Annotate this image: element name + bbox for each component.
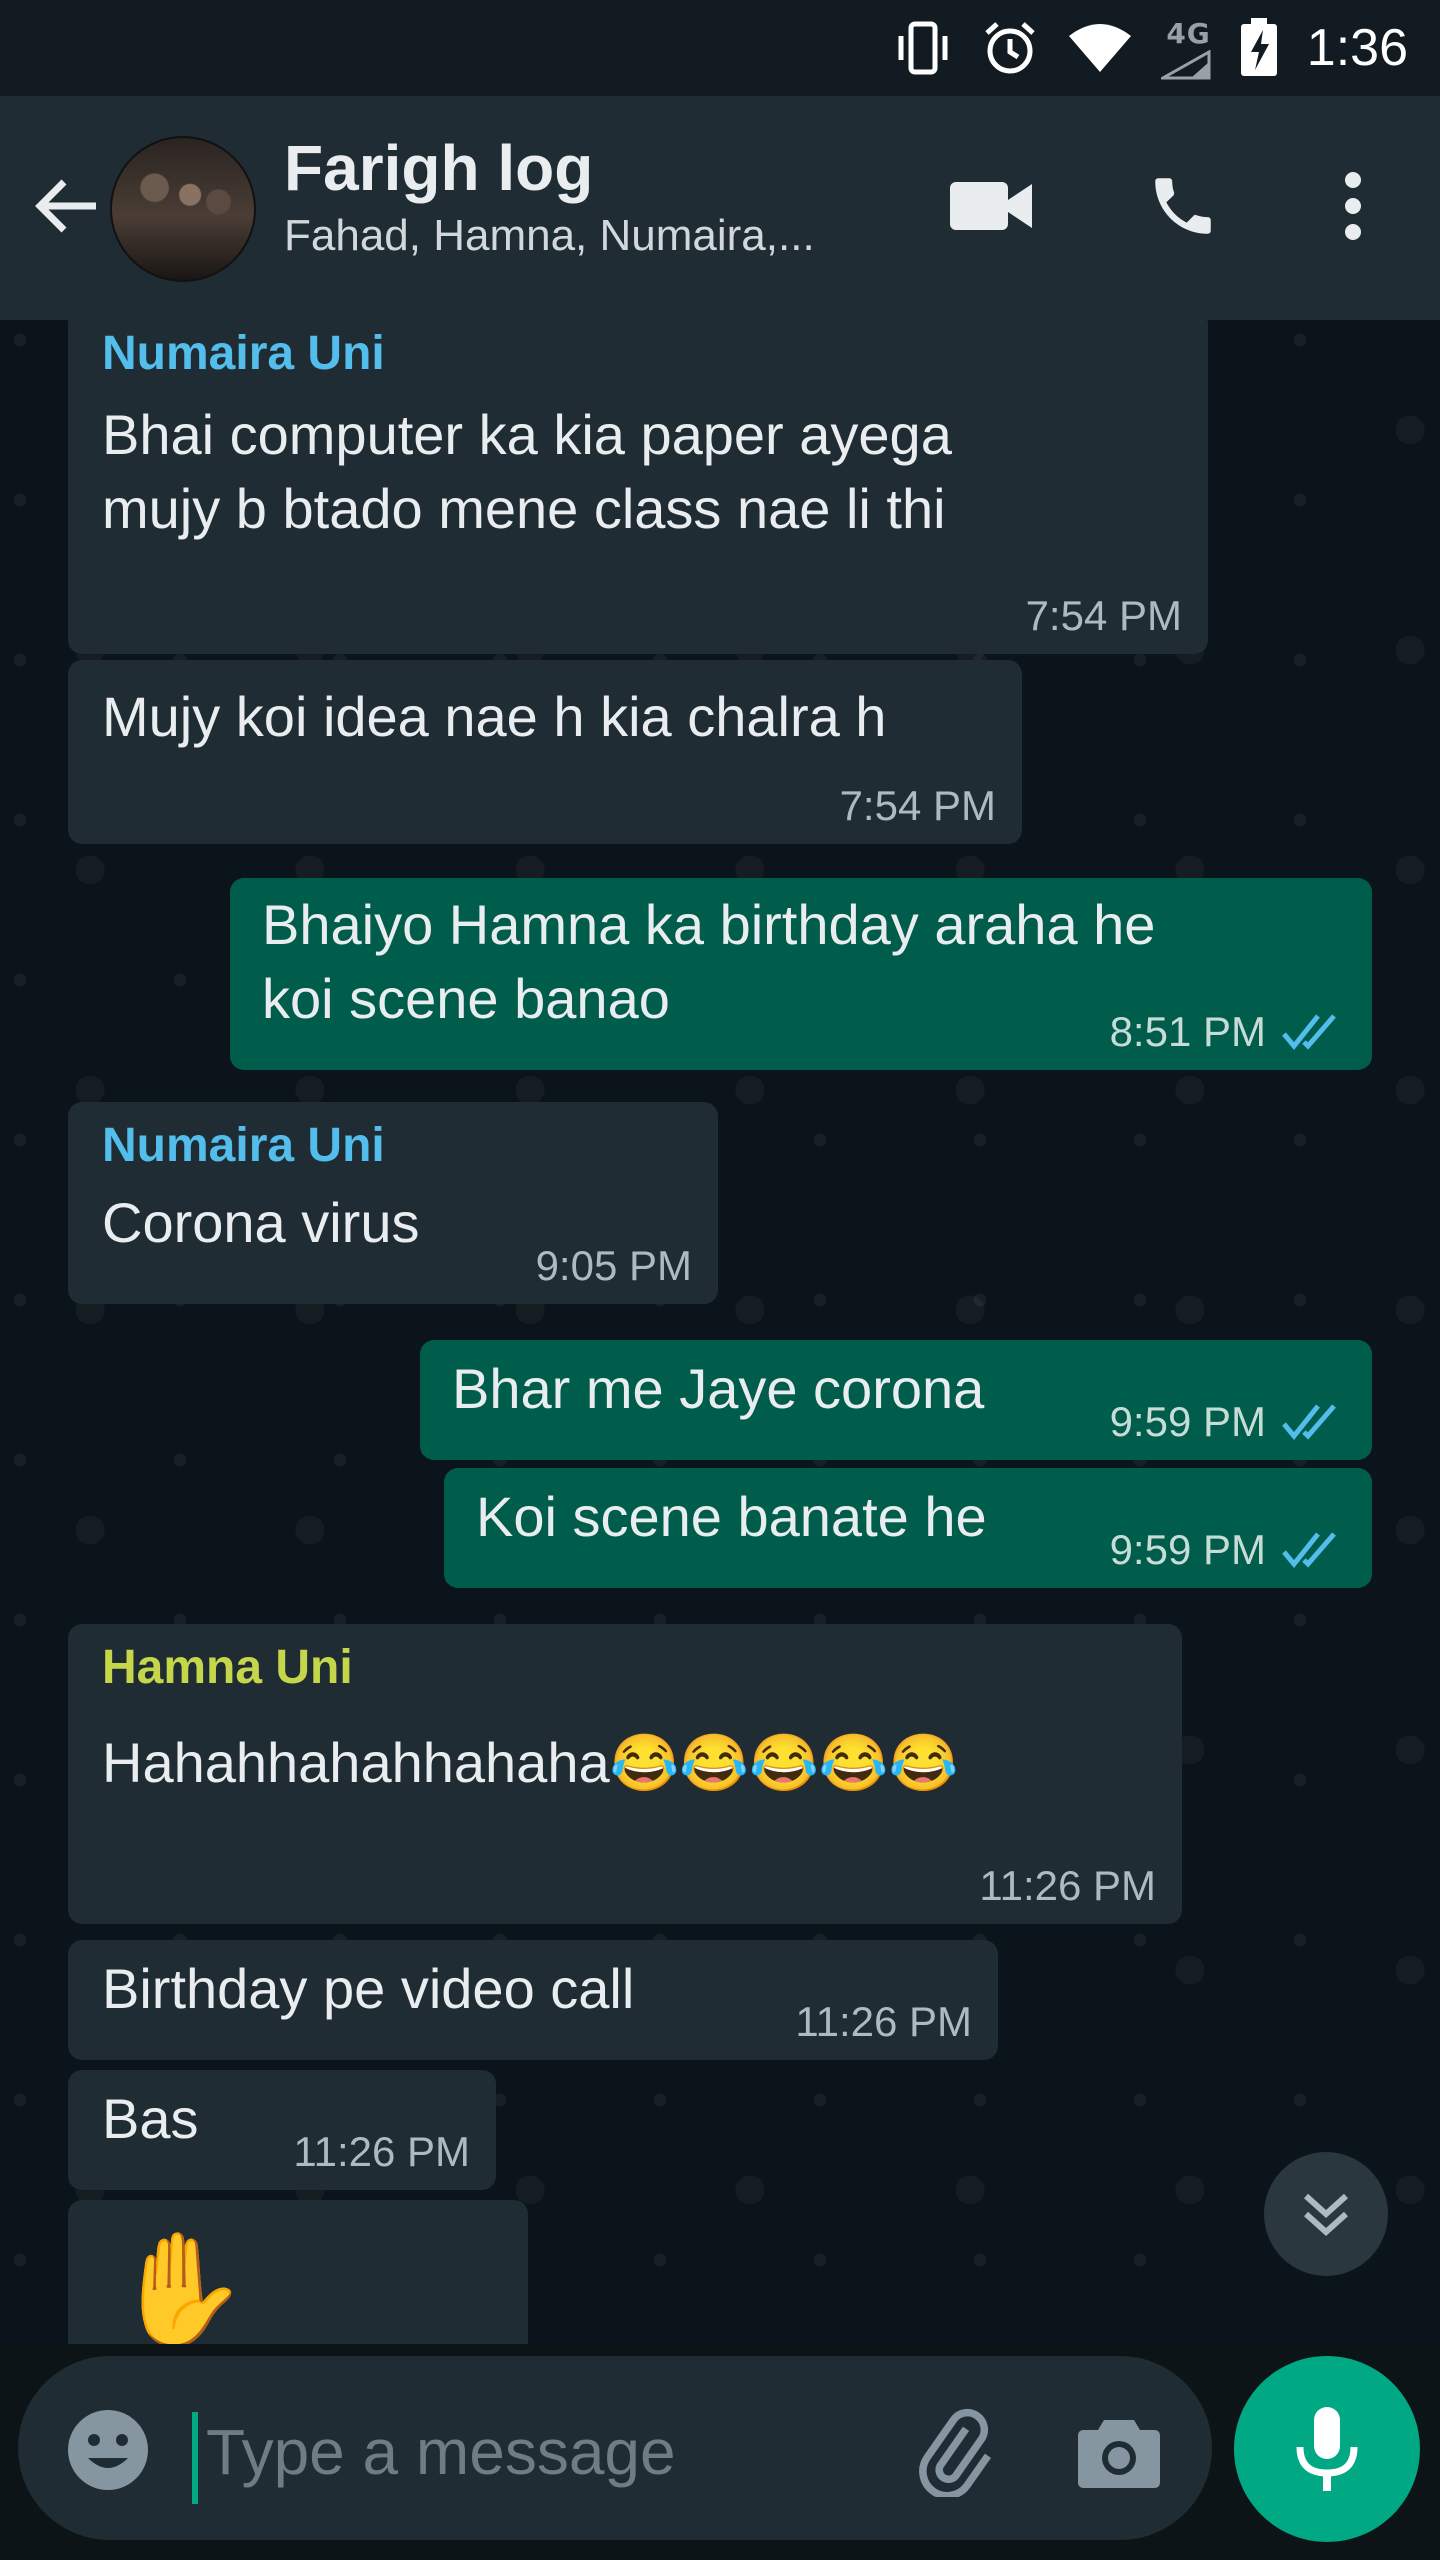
read-receipt-icon — [1282, 1014, 1336, 1050]
message-text: mujy b btado mene class nae li thi — [102, 477, 946, 540]
text-cursor — [192, 2412, 198, 2504]
message-text: Mujy koi idea nae h kia chalra h — [102, 685, 887, 748]
message-sender: Numaira Uni — [102, 327, 385, 380]
message-text: Bhai computer ka kia paper ayega — [102, 403, 952, 466]
scroll-to-bottom-button[interactable] — [1264, 2152, 1388, 2276]
message-list[interactable]: Numaira Uni Bhai computer ka kia paper a… — [0, 320, 1440, 2344]
message-bubble[interactable]: Birthday pe video call 11:26 PM — [68, 1940, 998, 2060]
alarm-icon — [981, 19, 1039, 77]
message-bubble-outgoing[interactable]: Koi scene banate he 9:59 PM — [444, 1468, 1372, 1588]
message-time: 7:54 PM — [1025, 592, 1182, 639]
clock: 1:36 — [1306, 19, 1408, 77]
emoji-button[interactable] — [60, 2402, 156, 2498]
message-text: Hahahhahahhahaha😂😂😂😂😂 — [102, 1731, 959, 1794]
message-time: 7:54 PM — [839, 782, 996, 829]
mic-icon — [1296, 2407, 1358, 2491]
double-chevron-down-icon — [1303, 2193, 1349, 2237]
message-time: 11:26 PM — [293, 2128, 470, 2175]
message-bubble[interactable]: Bas 11:26 PM — [68, 2070, 496, 2190]
emoji-icon — [68, 2410, 148, 2490]
message-time: 11:26 PM — [795, 1998, 972, 2045]
message-bubble[interactable]: ✋ — [68, 2200, 528, 2344]
group-avatar[interactable] — [110, 136, 256, 282]
video-call-button[interactable] — [936, 156, 1046, 256]
back-button[interactable] — [26, 166, 106, 246]
voice-call-icon — [1155, 178, 1211, 234]
message-text: ✋ — [112, 2228, 249, 2344]
attach-button[interactable] — [898, 2402, 1008, 2502]
back-arrow-icon — [35, 179, 96, 233]
chat-header: Farigh log Fahad, Hamna, Numaira,... — [0, 96, 1440, 320]
voice-call-button[interactable] — [1128, 156, 1238, 256]
read-receipt-icon — [1282, 1404, 1336, 1440]
message-input[interactable] — [204, 2396, 868, 2508]
message-composer — [18, 2356, 1212, 2540]
message-bubble[interactable]: Hamna Uni Hahahhahahhahaha😂😂😂😂😂 11:26 PM — [68, 1624, 1182, 1924]
signal-icon: 4G — [1160, 16, 1211, 80]
vibrate-icon — [893, 20, 953, 76]
chat-title: Farigh log — [284, 132, 594, 204]
more-options-icon — [1345, 172, 1361, 240]
voice-message-button[interactable] — [1234, 2356, 1420, 2542]
message-sender: Numaira Uni — [102, 1119, 385, 1172]
message-time: 9:05 PM — [535, 1242, 692, 1289]
message-time: 9:59 PM — [1109, 1526, 1266, 1573]
message-time: 11:26 PM — [979, 1862, 1156, 1909]
camera-icon — [1078, 2420, 1160, 2488]
message-bubble[interactable]: Numaira Uni Bhai computer ka kia paper a… — [68, 320, 1208, 654]
wifi-icon — [1067, 22, 1133, 74]
chat-participants: Fahad, Hamna, Numaira,... — [284, 211, 815, 260]
message-sender: Hamna Uni — [102, 1641, 353, 1694]
message-time: 9:59 PM — [1109, 1398, 1266, 1445]
network-type-label: 4G — [1166, 16, 1211, 50]
video-call-icon — [950, 182, 1032, 230]
message-bubble[interactable]: Mujy koi idea nae h kia chalra h 7:54 PM — [68, 660, 1022, 844]
camera-button[interactable] — [1064, 2402, 1174, 2502]
attach-icon — [919, 2408, 992, 2497]
more-options-button[interactable] — [1298, 156, 1408, 256]
chat-title-block[interactable]: Farigh log Fahad, Hamna, Numaira,... — [284, 130, 904, 266]
status-bar: 4G 1:36 — [0, 0, 1440, 96]
message-bubble[interactable]: Numaira Uni Corona virus 9:05 PM — [68, 1102, 718, 1304]
battery-charging-icon — [1239, 18, 1279, 78]
message-bubble-outgoing[interactable]: Bhaiyo Hamna ka birthday araha he koi sc… — [230, 878, 1372, 1070]
read-receipt-icon — [1282, 1532, 1336, 1568]
message-bubble-outgoing[interactable]: Bhar me Jaye corona 9:59 PM — [420, 1340, 1372, 1460]
message-text: Bhaiyo Hamna ka birthday araha he — [262, 893, 1156, 956]
message-time: 8:51 PM — [1109, 1008, 1266, 1055]
